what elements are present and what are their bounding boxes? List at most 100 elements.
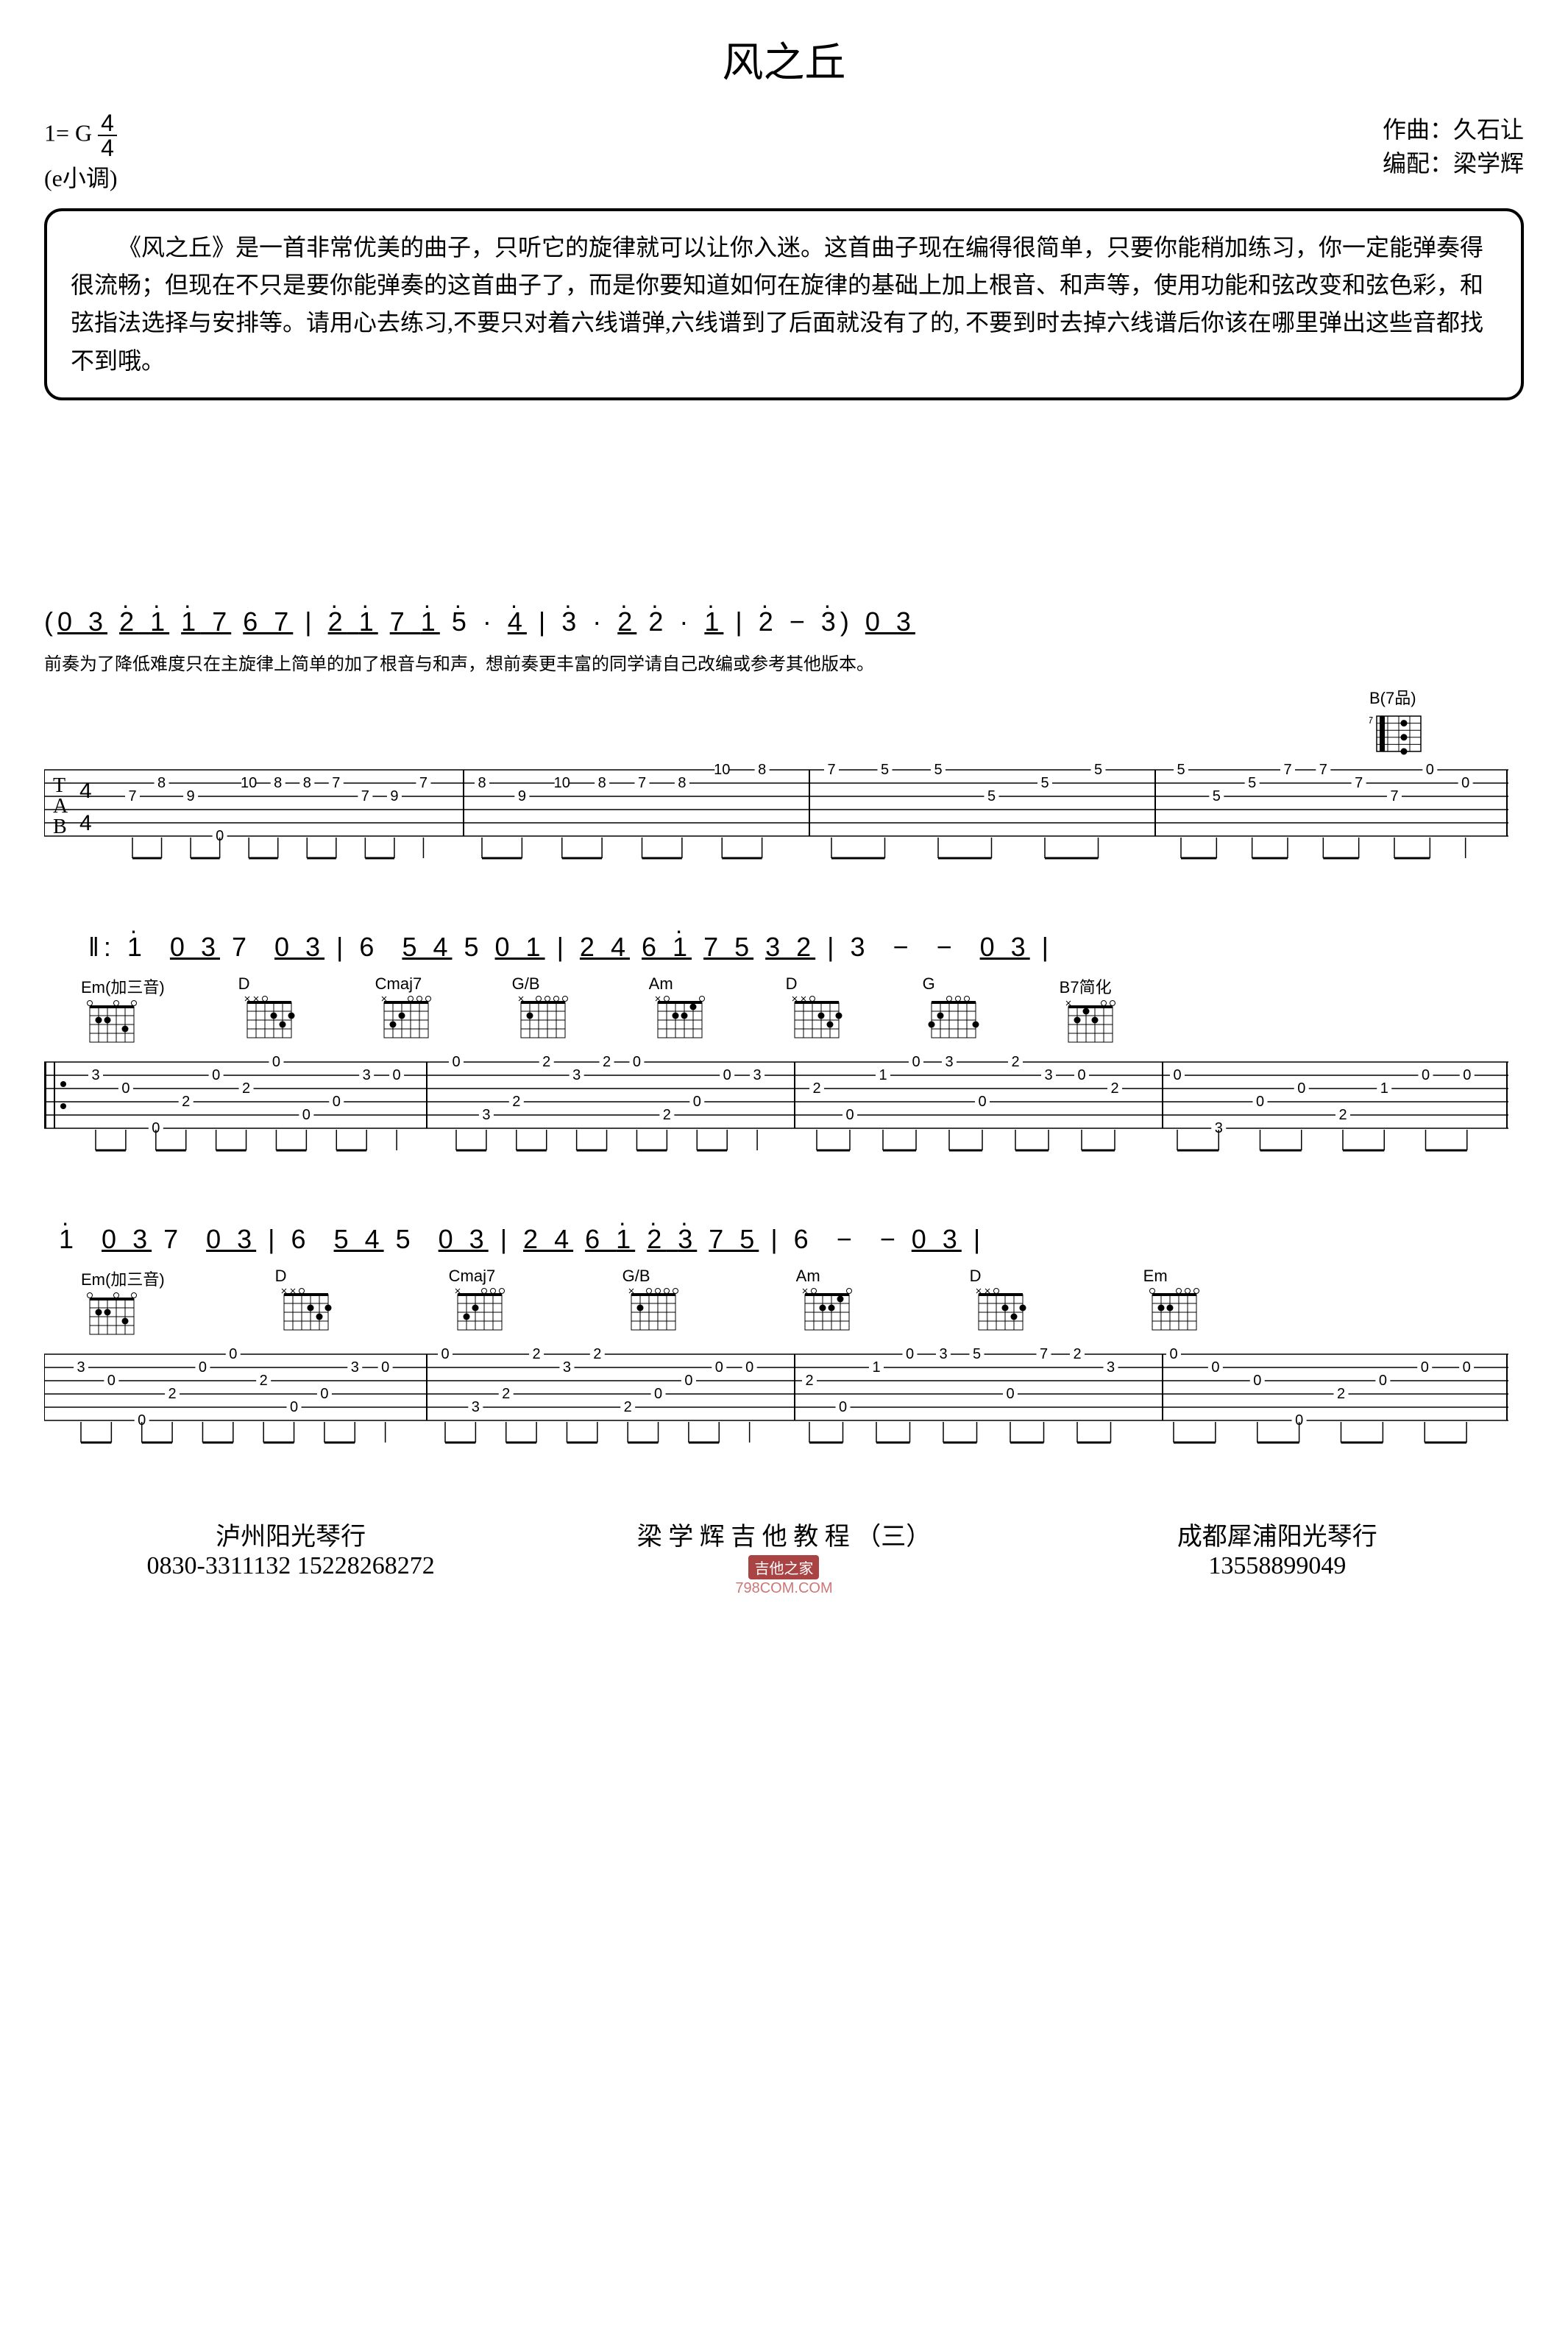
chord-diagram-b7: 7 (1369, 710, 1428, 756)
chord-d: D (970, 1267, 1033, 1344)
svg-text:8: 8 (678, 775, 686, 791)
svg-text:2: 2 (1110, 1080, 1118, 1097)
composer-name: 久石让 (1453, 116, 1524, 143)
svg-text:2: 2 (242, 1080, 250, 1097)
svg-text:8: 8 (303, 775, 311, 791)
chord-b7-box: B(7品) 7 (1369, 685, 1428, 760)
svg-text:3: 3 (753, 1067, 762, 1083)
svg-text:9: 9 (390, 788, 398, 804)
svg-text:0: 0 (302, 1107, 311, 1123)
svg-text:0: 0 (229, 1347, 237, 1362)
chord-em: Em(加三音) (81, 1267, 165, 1344)
svg-text:7: 7 (1355, 775, 1363, 791)
svg-text:8: 8 (274, 775, 282, 791)
chord-d: D (275, 1267, 338, 1344)
svg-text:8: 8 (157, 775, 166, 791)
svg-text:0: 0 (1211, 1359, 1219, 1376)
svg-text:0: 0 (1426, 762, 1434, 778)
svg-text:0: 0 (715, 1359, 723, 1376)
svg-text:0: 0 (978, 1094, 986, 1110)
svg-text:8: 8 (758, 762, 766, 778)
chord-d: D (786, 974, 849, 1052)
svg-text:B: B (53, 815, 67, 838)
key-sig-label: 1= G (44, 119, 92, 146)
svg-text:7: 7 (1369, 715, 1373, 726)
svg-text:7: 7 (1390, 788, 1398, 804)
svg-text:0: 0 (441, 1347, 449, 1362)
svg-text:0: 0 (212, 1067, 220, 1083)
svg-text:1: 1 (879, 1067, 887, 1083)
svg-text:7: 7 (419, 775, 428, 791)
svg-text:7: 7 (1319, 762, 1327, 778)
svg-text:2: 2 (533, 1347, 541, 1362)
svg-text:2: 2 (1011, 1055, 1019, 1070)
chord-cmaj7: Cmaj7 (449, 1267, 512, 1344)
svg-text:0: 0 (452, 1055, 460, 1070)
svg-text:0: 0 (693, 1094, 701, 1110)
svg-text:0: 0 (290, 1399, 298, 1415)
svg-text:0: 0 (1422, 1067, 1430, 1083)
svg-text:0: 0 (1256, 1094, 1264, 1110)
svg-text:1: 1 (872, 1359, 880, 1376)
tab-system-1: T A B 4 4 789010887797891087810875555555… (44, 762, 1524, 873)
tab-staff-1: T A B 4 4 789010887797891087810875555555… (44, 762, 1508, 873)
watermark-url: 798COM.COM (537, 1580, 1030, 1597)
header-row: 1= G 4 4 (e小调) 作曲：久石让 编配：梁学辉 (44, 111, 1524, 194)
svg-text:0: 0 (906, 1347, 914, 1362)
chord-row-3: Em(加三音)DCmaj7G/BAmDEm (81, 1267, 1524, 1344)
svg-text:3: 3 (482, 1107, 490, 1123)
svg-text:2: 2 (168, 1386, 177, 1402)
svg-text:10: 10 (241, 775, 257, 791)
time-sig-top: 4 (98, 111, 117, 136)
svg-text:0: 0 (684, 1373, 692, 1389)
svg-text:2: 2 (1337, 1386, 1345, 1402)
svg-text:3: 3 (945, 1055, 953, 1070)
svg-text:4: 4 (79, 779, 92, 803)
svg-text:2: 2 (663, 1107, 671, 1123)
svg-text:5: 5 (881, 762, 889, 778)
chord-am: Am (796, 1267, 859, 1344)
chord-cmaj7: Cmaj7 (375, 974, 439, 1052)
svg-text:5: 5 (973, 1347, 981, 1362)
svg-text:2: 2 (260, 1373, 268, 1389)
svg-text:3: 3 (91, 1067, 99, 1083)
svg-text:7: 7 (1283, 762, 1291, 778)
footer-right-name: 成都犀浦阳光琴行 (1031, 1516, 1524, 1552)
footer-right-phone: 13558899049 (1031, 1552, 1524, 1580)
intro-caption: 前奏为了降低难度只在主旋律上简单的加了根音与和声，想前奏更丰富的同学请自己改编或… (44, 649, 1524, 675)
svg-text:2: 2 (542, 1055, 550, 1070)
svg-text:2: 2 (812, 1080, 820, 1097)
footer-center-name: 梁 学 辉 吉 他 教 程 （三） (537, 1516, 1030, 1552)
mode-label: (e小调) (44, 160, 118, 194)
svg-text:0: 0 (121, 1080, 130, 1097)
footer-left-name: 泸州阳光琴行 (44, 1516, 537, 1552)
chord-em: Em (1143, 1267, 1207, 1344)
svg-text:0: 0 (1463, 1359, 1471, 1376)
svg-text:0: 0 (320, 1386, 328, 1402)
chord-d: D (238, 974, 302, 1052)
svg-text:5: 5 (1177, 762, 1185, 778)
svg-text:2: 2 (512, 1094, 520, 1110)
svg-text:0: 0 (839, 1399, 847, 1415)
svg-text:0: 0 (654, 1386, 662, 1402)
svg-text:0: 0 (1006, 1386, 1014, 1402)
svg-text:0: 0 (633, 1055, 641, 1070)
svg-text:2: 2 (603, 1055, 611, 1070)
svg-text:0: 0 (1461, 775, 1469, 791)
song-title: 风之丘 (44, 29, 1524, 89)
svg-text:0: 0 (333, 1094, 341, 1110)
watermark-badge: 吉他之家 (748, 1555, 819, 1579)
svg-text:2: 2 (502, 1386, 510, 1402)
arranger-name: 梁学辉 (1453, 150, 1524, 177)
chord-am: Am (649, 974, 712, 1052)
chord-gb: G/B (512, 974, 575, 1052)
svg-text:9: 9 (518, 788, 526, 804)
svg-text:3: 3 (77, 1359, 85, 1376)
svg-text:A: A (53, 795, 68, 818)
svg-text:2: 2 (593, 1347, 601, 1362)
svg-text:0: 0 (1463, 1067, 1471, 1083)
svg-text:7: 7 (827, 762, 835, 778)
tab-staff-2: 3002020003003223202003201030230203002100 (44, 1055, 1508, 1165)
svg-text:5: 5 (1040, 775, 1049, 791)
svg-text:7: 7 (638, 775, 646, 791)
